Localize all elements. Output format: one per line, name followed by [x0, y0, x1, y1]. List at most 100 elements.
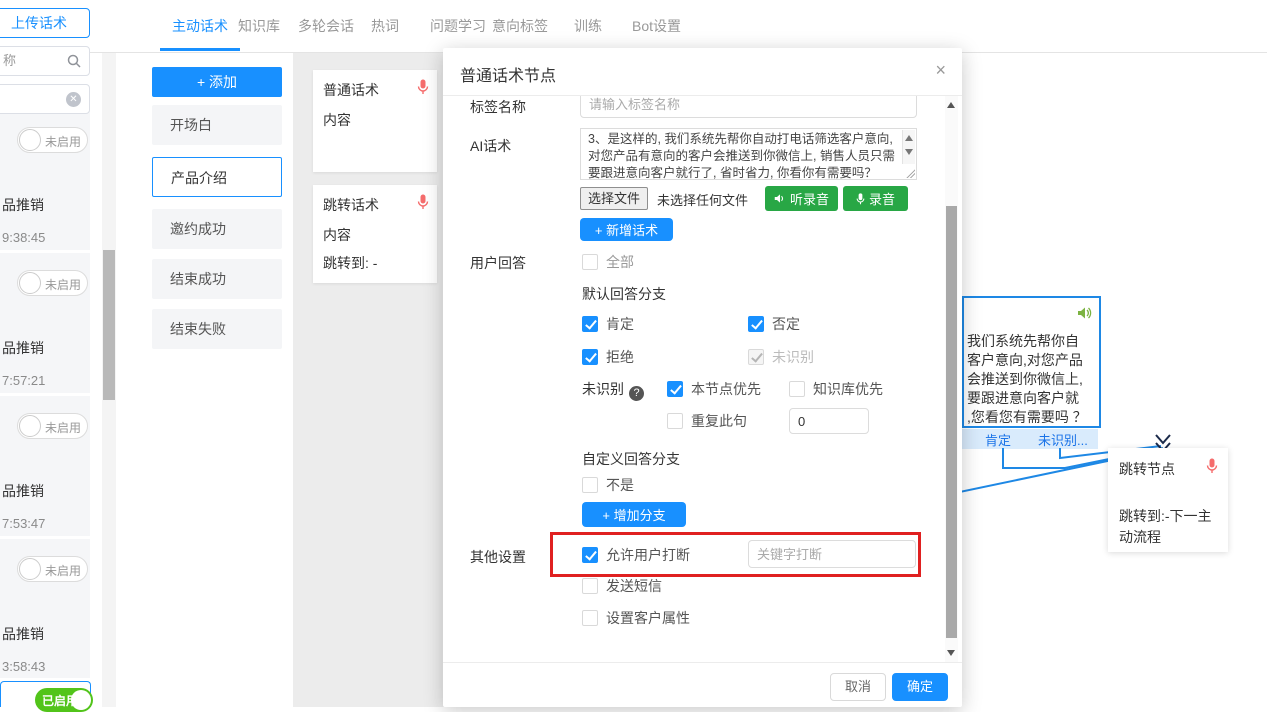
node-script-text: 我们系统先帮你自 客户意向,对您产品 会推送到你微信上, 要跟进意向客户就 ,您… — [967, 332, 1087, 427]
help-icon[interactable]: ? — [629, 386, 644, 401]
checkbox[interactable] — [748, 316, 764, 332]
checkbox-refuse[interactable]: 拒绝 — [582, 347, 634, 367]
checkbox[interactable] — [582, 254, 598, 270]
tab-bot-settings[interactable]: Bot设置 — [632, 0, 681, 52]
resize-handle[interactable] — [906, 169, 915, 178]
checkbox[interactable] — [667, 413, 683, 429]
stage-item-product-intro[interactable]: 产品介绍 — [152, 157, 282, 197]
speaker-icon[interactable] — [1077, 306, 1093, 320]
toggle-knob — [71, 690, 91, 710]
tab-question-learning[interactable]: 问题学习 — [430, 0, 486, 52]
field-label-tag-name: 标签名称 — [470, 97, 526, 117]
dialog-scrollbar[interactable] — [945, 96, 958, 662]
checkbox[interactable] — [582, 610, 598, 626]
script-card[interactable]: 未启用 品推销 7:53:47 — [0, 396, 90, 536]
custom-branch-heading: 自定义回答分支 — [582, 449, 680, 469]
script-time: 7:53:47 — [2, 516, 45, 531]
tab-hotwords[interactable]: 热词 — [371, 0, 399, 52]
checkbox-all[interactable]: 全部 — [582, 252, 634, 272]
enable-toggle[interactable]: 未启用 — [17, 413, 88, 439]
script-time: 3:58:43 — [2, 659, 45, 674]
add-script-button[interactable]: + 新增话术 — [580, 218, 673, 241]
node-card-jump-script[interactable]: 跳转话术 内容 跳转到: - — [313, 185, 437, 283]
checkbox[interactable] — [789, 381, 805, 397]
enable-toggle[interactable]: 未启用 — [17, 556, 88, 582]
branch-tabs: 肯定 未识别... — [962, 429, 1098, 449]
tab-knowledge-base[interactable]: 知识库 — [238, 0, 280, 52]
script-time: 7:57:21 — [2, 373, 45, 388]
branch-tab-unrecognized[interactable]: 未识别... — [1038, 430, 1088, 449]
cancel-button[interactable]: 取消 — [830, 673, 886, 701]
checkbox-affirm[interactable]: 肯定 — [582, 314, 634, 334]
enable-toggle[interactable]: 未启用 — [17, 270, 88, 296]
checkbox-node-first[interactable]: 本节点优先 — [667, 379, 761, 399]
dialog-body: 标签名称 AI话术 3、是这样的, 我们系统先帮你自动打电话筛选客户意向, 对您… — [443, 96, 962, 662]
enable-toggle-on[interactable]: 已启用 — [35, 688, 93, 712]
textarea-scrollbar[interactable] — [902, 130, 915, 164]
tab-intent-tags[interactable]: 意向标签 — [492, 0, 548, 52]
search-input[interactable]: 称 — [0, 46, 90, 76]
interrupt-keyword-input[interactable] — [748, 540, 916, 568]
checkbox-kb-first[interactable]: 知识库优先 — [789, 379, 883, 399]
node-card-title: 跳转话术 — [323, 195, 379, 215]
checkbox[interactable] — [667, 381, 683, 397]
jump-node-target-line2: 动流程 — [1119, 527, 1161, 547]
scroll-thumb[interactable] — [946, 206, 957, 638]
add-stage-button[interactable]: + 添加 — [152, 67, 282, 97]
filter-input[interactable]: ✕ — [0, 84, 90, 114]
sidebar-scrollbar[interactable] — [102, 0, 116, 707]
checkbox-deny[interactable]: 否定 — [748, 314, 800, 334]
add-branch-button[interactable]: + 增加分支 — [582, 502, 686, 527]
checkbox-no[interactable]: 不是 — [582, 475, 634, 495]
checkbox-set-customer-attr[interactable]: 设置客户属性 — [582, 608, 690, 628]
branch-tab-affirm[interactable]: 肯定 — [985, 430, 1011, 449]
tag-name-input[interactable] — [580, 96, 917, 118]
node-card-line: 内容 — [323, 225, 351, 245]
script-card[interactable]: 未启用 品推销 9:38:45 — [0, 110, 90, 250]
clear-icon[interactable]: ✕ — [66, 92, 81, 107]
checkbox-send-sms[interactable]: 发送短信 — [582, 576, 662, 596]
checkbox-repeat-sentence[interactable]: 重复此句 — [667, 411, 747, 431]
node-card-normal-script[interactable]: 普通话术 内容 — [313, 70, 437, 172]
script-card[interactable]: 未启用 品推销 7:57:21 — [0, 253, 90, 393]
tab-active-scripts[interactable]: 主动话术 — [172, 0, 228, 52]
scroll-up-arrow[interactable] — [905, 135, 913, 141]
canvas-jump-node[interactable]: 跳转节点 跳转到:-下一主 动流程 — [1108, 448, 1228, 552]
top-nav: 主动话术 知识库 多轮会话 热词 问题学习 意向标签 训练 Bot设置 — [0, 0, 1267, 53]
stage-item-end-fail[interactable]: 结束失败 — [152, 309, 282, 349]
canvas-script-node[interactable]: 我们系统先帮你自 客户意向,对您产品 会推送到你微信上, 要跟进意向客户就 ,您… — [962, 296, 1101, 428]
choose-file-button[interactable]: 选择文件 — [580, 187, 648, 210]
stage-item-end-success[interactable]: 结束成功 — [152, 259, 282, 299]
unrecognized-label: 未识别? — [582, 379, 644, 401]
toggle-knob — [19, 415, 41, 437]
checkbox[interactable] — [582, 547, 598, 563]
ai-script-textarea[interactable]: 3、是这样的, 我们系统先帮你自动打电话筛选客户意向, 对您产品有意向的客户会推… — [580, 128, 917, 180]
close-icon[interactable]: × — [935, 60, 946, 81]
checkbox[interactable] — [582, 316, 598, 332]
tab-multiturn[interactable]: 多轮会话 — [298, 0, 354, 52]
checkbox[interactable] — [582, 349, 598, 365]
stage-item-opening[interactable]: 开场白 — [152, 105, 282, 145]
toggle-label: 未启用 — [45, 419, 81, 436]
record-button[interactable]: 录音 — [843, 186, 908, 211]
upload-script-button[interactable]: 上传话术 — [0, 8, 90, 38]
node-card-jump-target: 跳转到: - — [323, 253, 377, 273]
stage-item-invite-success[interactable]: 邀约成功 — [152, 209, 282, 249]
script-name: 品推销 — [2, 195, 44, 215]
script-card-enabled[interactable]: 已启用 — [0, 681, 91, 707]
checkbox-allow-interrupt[interactable]: 允许用户打断 — [582, 545, 690, 565]
field-label-user-answer: 用户回答 — [470, 253, 526, 273]
scroll-up-arrow[interactable] — [947, 102, 955, 108]
tab-training[interactable]: 训练 — [574, 0, 602, 52]
confirm-button[interactable]: 确定 — [892, 673, 948, 701]
listen-recording-button[interactable]: 听录音 — [765, 186, 838, 211]
checkbox[interactable] — [582, 578, 598, 594]
scroll-down-arrow[interactable] — [905, 149, 913, 155]
enable-toggle[interactable]: 未启用 — [17, 127, 88, 153]
checkbox[interactable] — [582, 477, 598, 493]
microphone-icon — [856, 193, 865, 205]
scroll-thumb[interactable] — [103, 250, 115, 400]
repeat-count-input[interactable] — [789, 408, 869, 434]
script-card[interactable]: 未启用 品推销 3:58:43 — [0, 539, 90, 678]
scroll-down-arrow[interactable] — [947, 650, 955, 656]
